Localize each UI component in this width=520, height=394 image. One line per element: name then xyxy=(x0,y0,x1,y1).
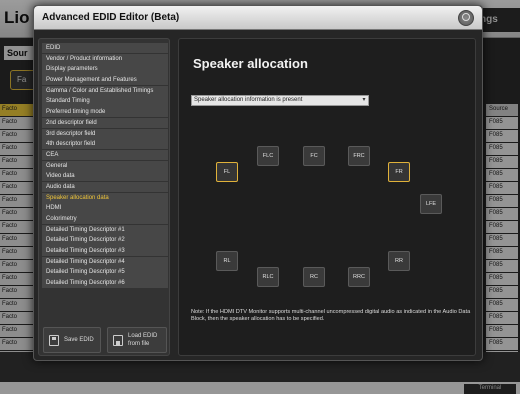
speaker-fl[interactable]: FL xyxy=(216,162,238,182)
speaker-rrc[interactable]: RRC xyxy=(348,267,370,287)
load-icon xyxy=(113,335,123,346)
menu-item[interactable]: Detailed Timing Descriptor #6 xyxy=(42,278,168,289)
speaker-frc[interactable]: FRC xyxy=(348,146,370,166)
speaker-lfe[interactable]: LFE xyxy=(420,194,442,214)
page-title: Speaker allocation xyxy=(193,56,308,71)
menu-item[interactable]: Detailed Timing Descriptor #5 xyxy=(42,267,168,278)
save-icon xyxy=(49,335,59,346)
speaker-allocation-select[interactable]: Speaker allocation information is presen… xyxy=(191,95,369,106)
menu-item[interactable]: Preferred timing mode xyxy=(42,107,168,118)
menu-item[interactable]: HDMI xyxy=(42,203,168,214)
menu-item[interactable]: Speaker allocation data xyxy=(42,192,168,203)
menu-item[interactable]: Video data xyxy=(42,171,168,182)
speaker-flc[interactable]: FLC xyxy=(257,146,279,166)
save-edid-label: Save EDID xyxy=(64,337,94,343)
menu-item[interactable]: Display parameters xyxy=(42,64,168,75)
select-value: Speaker allocation information is presen… xyxy=(194,97,303,103)
menu-item[interactable]: Detailed Timing Descriptor #3 xyxy=(42,246,168,257)
menu-item[interactable]: Vendor / Product information xyxy=(42,53,168,64)
save-edid-button[interactable]: Save EDID xyxy=(43,327,101,353)
load-edid-button[interactable]: Load EDID from file xyxy=(107,327,167,353)
speaker-rl[interactable]: RL xyxy=(216,251,238,271)
menu-item[interactable]: Gamma / Color and Established Timings xyxy=(42,85,168,96)
dialog-title: Advanced EDID Editor (Beta) xyxy=(42,12,180,23)
speaker-fr[interactable]: FR xyxy=(388,162,410,182)
menu-item[interactable]: 4th descriptor field xyxy=(42,139,168,150)
menu-item[interactable]: Colorimetry xyxy=(42,214,168,225)
menu-item[interactable]: Standard Timing xyxy=(42,96,168,107)
speaker-rr[interactable]: RR xyxy=(388,251,410,271)
menu-item[interactable]: CEA xyxy=(42,149,168,161)
menu-item[interactable]: Audio data xyxy=(42,181,168,193)
chevron-down-icon: ▾ xyxy=(362,97,366,103)
dialog-titlebar: Advanced EDID Editor (Beta) xyxy=(34,6,482,30)
edid-section-menu: EDID Vendor / Product information Display … xyxy=(38,38,170,356)
menu-item[interactable]: Detailed Timing Descriptor #4 xyxy=(42,256,168,267)
menu-item[interactable]: General xyxy=(42,160,168,171)
speaker-allocation-panel: Speaker allocation Speaker allocation in… xyxy=(178,38,476,356)
menu-list: EDID Vendor / Product information Display … xyxy=(42,43,168,289)
speaker-fc[interactable]: FC xyxy=(303,146,325,166)
load-edid-label: Load EDID from file xyxy=(128,333,158,347)
menu-item[interactable]: Detailed Timing Descriptor #1 xyxy=(42,224,168,235)
advanced-edid-editor-dialog: Advanced EDID Editor (Beta) EDID Vendor /… xyxy=(33,5,483,361)
speaker-rlc[interactable]: RLC xyxy=(257,267,279,287)
close-icon[interactable] xyxy=(458,10,474,26)
menu-item[interactable]: 3rd descriptor field xyxy=(42,128,168,139)
speaker-allocation-note: Note: If the HDMI DTV Monitor supports m… xyxy=(191,309,471,322)
menu-item[interactable]: Power Management and Features xyxy=(42,75,168,86)
menu-item[interactable]: EDID xyxy=(42,43,168,54)
speaker-rc[interactable]: RC xyxy=(303,267,325,287)
menu-item[interactable]: 2nd descriptor field xyxy=(42,117,168,128)
menu-item[interactable]: Detailed Timing Descriptor #2 xyxy=(42,235,168,246)
